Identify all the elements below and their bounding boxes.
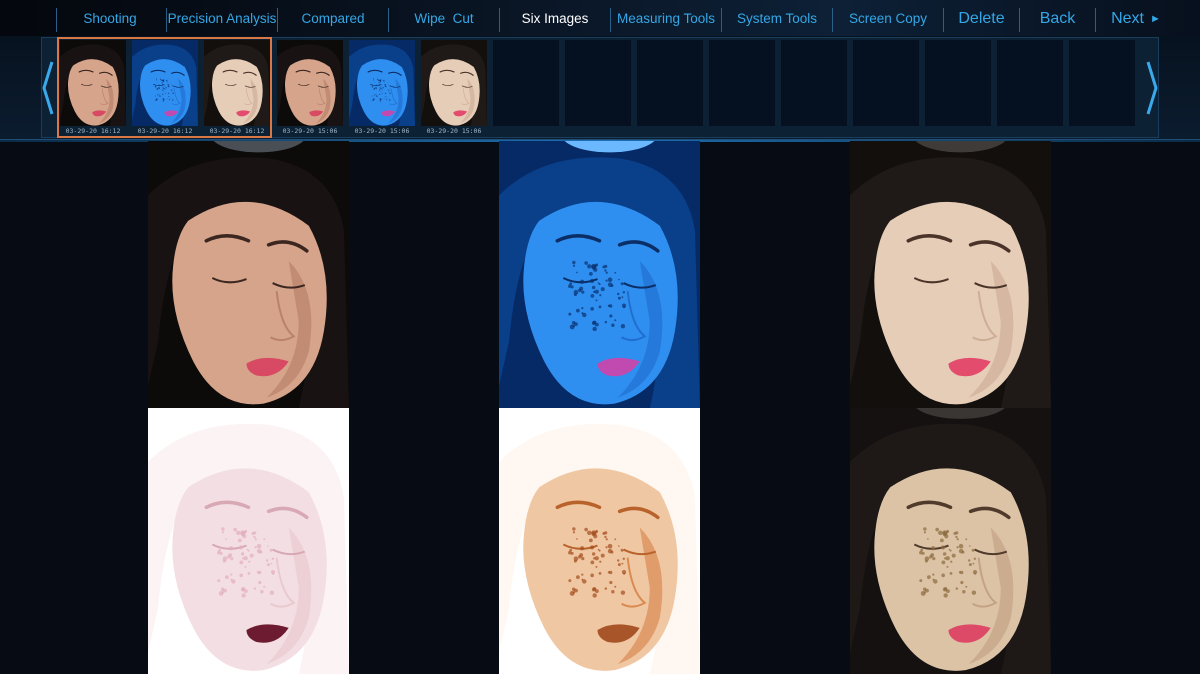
thumbnail-uv[interactable] [349,40,415,126]
scroll-right-button[interactable] [1143,38,1161,137]
thumbnail-slot-empty[interactable] [997,40,1063,126]
thumbnail-polarized[interactable] [421,40,487,126]
face-image [499,408,700,674]
shooting-button[interactable]: Shooting [56,0,164,36]
face-image [850,408,1051,674]
thumbnail-timestamp: 03-29-20 15:06 [282,127,338,135]
next-label: Next [1111,10,1144,27]
image-panel-polarized[interactable] [850,141,1051,408]
back-button[interactable]: Back [1020,0,1095,36]
image-panel-redness-map[interactable] [148,408,349,674]
six-images-tab[interactable]: Six Images [500,0,610,36]
thumbnail-timestamp: 03-29-20 15:06 [354,127,410,135]
chevron-left-icon [42,61,54,114]
thumbnail-timestamp: 03-29-20 15:06 [426,127,482,135]
face-image [349,40,415,126]
scroll-left-button[interactable] [39,38,57,137]
thumbnail-slot-empty[interactable] [1069,40,1135,126]
system-tools-button[interactable]: System Tools [722,0,832,36]
thumbnail-slot-empty[interactable] [709,40,775,126]
thumbnail-slot-empty[interactable] [853,40,919,126]
face-image [850,141,1051,408]
face-image [421,40,487,126]
image-panel-pigmentation[interactable] [850,408,1051,674]
thumbnail-timestamp: 03-29-20 16:12 [209,127,265,135]
face-image [148,408,349,674]
thumbnail-slot-empty[interactable] [637,40,703,126]
face-image [148,141,349,408]
play-arrow-icon: ► [1150,13,1161,25]
face-image [132,40,198,126]
thumbnail-natural[interactable] [60,40,126,126]
image-panel-brown-spot-map[interactable] [499,408,700,674]
thumbnail-slot-empty[interactable] [781,40,847,126]
thumbnail-slot-empty[interactable] [925,40,991,126]
thumbnail-natural[interactable] [277,40,343,126]
face-image [499,141,700,408]
precision-analysis-button[interactable]: Precision Analysis [167,0,277,36]
image-panel-natural[interactable] [148,141,349,408]
face-image [204,40,270,126]
thumbnail-timestamp: 03-29-20 16:12 [137,127,193,135]
wipe-cut-button[interactable]: Wipe Cut [389,0,499,36]
screen-copy-button[interactable]: Screen Copy [833,0,943,36]
measuring-tools-button[interactable]: Measuring Tools [611,0,721,36]
thumbnail-slot-empty[interactable] [493,40,559,126]
face-image [277,40,343,126]
thumbnail-slot-empty[interactable] [565,40,631,126]
delete-button[interactable]: Delete [944,0,1019,36]
thumbnail-timestamp: 03-29-20 16:12 [65,127,121,135]
thumbnail-polarized[interactable] [204,40,270,126]
chevron-right-icon [1146,61,1158,114]
thumbnail-uv[interactable] [132,40,198,126]
face-image [60,40,126,126]
compared-button[interactable]: Compared [278,0,388,36]
next-button[interactable]: Next ► [1096,0,1176,36]
image-panel-uv[interactable] [499,141,700,408]
